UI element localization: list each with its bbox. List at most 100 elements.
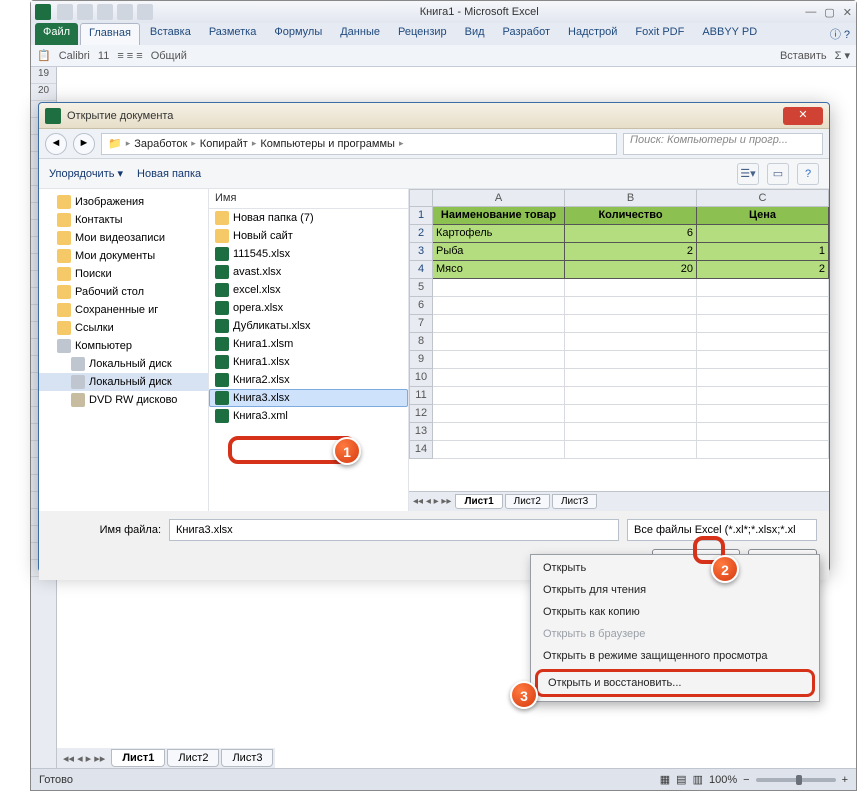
breadcrumb-item[interactable]: Заработок [134,138,187,150]
dialog-titlebar: Открытие документа ✕ [39,103,829,129]
file-item[interactable]: Дубликаты.xlsx [209,317,408,335]
preview-sheet-3[interactable]: Лист3 [552,494,597,509]
tree-label: Локальный диск [89,358,172,370]
file-item[interactable]: Книга1.xlsx [209,353,408,371]
undo-icon[interactable] [77,4,93,20]
file-item[interactable]: Новая папка (7) [209,209,408,227]
filename-input[interactable]: Книга3.xlsx [169,519,619,541]
menu-open-readonly[interactable]: Открыть для чтения [533,579,817,601]
window-title: Книга1 - Microsoft Excel [153,6,805,18]
tree-node[interactable]: Мои документы [39,247,208,265]
redo-icon[interactable] [97,4,113,20]
zoom-slider[interactable] [756,778,836,782]
view-mode-button[interactable]: ☰▾ [737,163,759,185]
file-item[interactable]: avast.xlsx [209,263,408,281]
tab-foxit[interactable]: Foxit PDF [627,23,692,45]
sheet-nav[interactable]: ◂◂ ◂ ▸ ▸▸ [57,752,111,765]
tree-node[interactable]: Локальный диск [39,355,208,373]
tab-formulas[interactable]: Формулы [266,23,330,45]
file-item[interactable]: 111545.xlsx [209,245,408,263]
save-icon[interactable] [57,4,73,20]
tree-node[interactable]: Компьютер [39,337,208,355]
breadcrumb[interactable]: 📁 ▸ Заработок ▸ Копирайт ▸ Компьютеры и … [101,133,617,155]
sheet-tab-3[interactable]: Лист3 [221,749,273,767]
zoom-level[interactable]: 100% [709,774,737,786]
menu-open-copy[interactable]: Открыть как копию [533,601,817,623]
tab-home[interactable]: Главная [80,23,140,45]
paste-button[interactable]: 📋 [37,49,51,62]
sheet-tab-2[interactable]: Лист2 [167,749,219,767]
file-item[interactable]: opera.xlsx [209,299,408,317]
corner [409,189,433,207]
file-item[interactable]: excel.xlsx [209,281,408,299]
menu-open[interactable]: Открыть [533,557,817,579]
organize-button[interactable]: Упорядочить ▾ [49,167,123,180]
view-break-icon[interactable]: ▥ [693,773,703,786]
folder-tree[interactable]: ИзображенияКонтактыМои видеозаписиМои до… [39,189,209,511]
close-icon[interactable]: ✕ [843,6,852,19]
zoom-in-icon[interactable]: + [842,774,848,786]
font-size[interactable]: 11 [98,50,109,62]
file-item[interactable]: Книга1.xlsm [209,335,408,353]
maximize-icon[interactable]: ▢ [824,6,834,19]
file-item[interactable]: Книга3.xml [209,407,408,425]
new-folder-button[interactable]: Новая папка [137,168,201,180]
tab-layout[interactable]: Разметка [201,23,265,45]
tree-node[interactable]: DVD RW дисково [39,391,208,409]
tree-node[interactable]: Изображения [39,193,208,211]
preview-sheet-1[interactable]: Лист1 [455,494,502,509]
tree-node[interactable]: Локальный диск [39,373,208,391]
filetype-filter[interactable]: Все файлы Excel (*.xl*;*.xlsx;*.xl [627,519,817,541]
preview-empty-row: 8 [409,333,829,351]
view-layout-icon[interactable]: ▤ [676,773,686,786]
file-name: 111545.xlsx [233,248,290,260]
sum-icon[interactable]: Σ ▾ [835,49,850,62]
dialog-body: ИзображенияКонтактыМои видеозаписиМои до… [39,189,829,511]
file-icon [215,391,229,405]
breadcrumb-item[interactable]: Копирайт [200,138,248,150]
breadcrumb-item[interactable]: Компьютеры и программы [260,138,395,150]
help-button[interactable]: ? [797,163,819,185]
sheet-tab-1[interactable]: Лист1 [111,749,165,767]
tab-view[interactable]: Вид [457,23,493,45]
preview-sheet-2[interactable]: Лист2 [505,494,550,509]
back-button[interactable]: ◄ [45,133,67,155]
tab-review[interactable]: Рецензир [390,23,455,45]
tree-node[interactable]: Ссылки [39,319,208,337]
number-format[interactable]: Общий [151,50,187,62]
file-list[interactable]: Имя Новая папка (7)Новый сайт 111545.xlsx… [209,189,409,511]
tab-file[interactable]: Файл [35,23,78,45]
file-item[interactable]: Книга2.xlsx [209,371,408,389]
preview-pane-button[interactable]: ▭ [767,163,789,185]
tree-node[interactable]: Контакты [39,211,208,229]
qat-icon[interactable] [137,4,153,20]
tree-node[interactable]: Рабочий стол [39,283,208,301]
tree-node[interactable]: Сохраненные иг [39,301,208,319]
tab-developer[interactable]: Разработ [495,23,558,45]
tab-data[interactable]: Данные [332,23,388,45]
insert-cells[interactable]: Вставить [780,50,827,62]
file-item[interactable]: Новый сайт [209,227,408,245]
align-group[interactable]: ≡ ≡ ≡ [117,50,142,62]
qat-icon[interactable] [117,4,133,20]
tree-node[interactable]: Поиски [39,265,208,283]
forward-button[interactable]: ► [73,133,95,155]
view-normal-icon[interactable]: ▦ [660,773,670,786]
menu-open-recover[interactable]: Открыть и восстановить... [535,669,815,697]
tab-insert[interactable]: Вставка [142,23,199,45]
file-item[interactable]: Книга3.xlsx [209,389,408,407]
zoom-out-icon[interactable]: − [743,774,749,786]
folder-icon [57,321,71,335]
font-name[interactable]: Calibri [59,50,90,62]
menu-open-protected[interactable]: Открыть в режиме защищенного просмотра [533,645,817,667]
minimize-icon[interactable]: — [805,6,816,19]
tab-abbyy[interactable]: ABBYY PD [694,23,765,45]
search-input[interactable]: Поиск: Компьютеры и прогр... [623,133,823,155]
help-icon[interactable]: ⓘ ? [824,23,856,45]
dialog-close-button[interactable]: ✕ [783,107,823,125]
column-header-name[interactable]: Имя [209,189,408,209]
quick-access-toolbar[interactable] [57,4,153,20]
tree-node[interactable]: Мои видеозаписи [39,229,208,247]
sheet-nav-icon[interactable]: ◂◂ ◂ ▸ ▸▸ [409,496,455,507]
tab-addons[interactable]: Надстрой [560,23,625,45]
